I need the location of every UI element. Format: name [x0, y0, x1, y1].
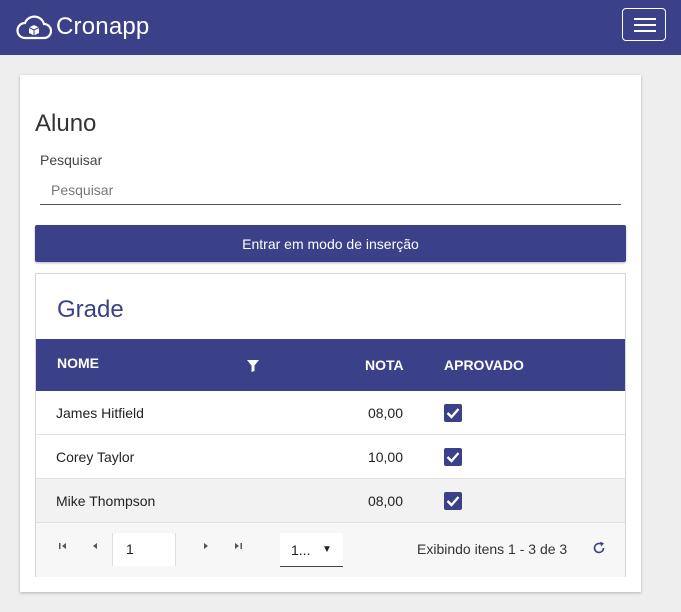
- cell-grade: 10,00: [367, 449, 403, 465]
- search-input[interactable]: [40, 175, 621, 205]
- checkmark-icon: [446, 408, 460, 419]
- refresh-icon[interactable]: [592, 541, 606, 558]
- chevron-down-icon: ▼: [322, 544, 332, 555]
- cell-name: Mike Thompson: [56, 493, 156, 509]
- data-grid: Grade NOME NOTA APROVADO James Hitfield …: [35, 273, 626, 577]
- table-row[interactable]: James Hitfield 08,00: [36, 391, 625, 435]
- approved-checkbox[interactable]: [444, 492, 462, 510]
- column-header-aprovado[interactable]: APROVADO: [444, 357, 524, 373]
- last-page-icon[interactable]: [233, 541, 243, 554]
- page-size-value: 1...: [291, 542, 311, 558]
- menu-toggle-button[interactable]: [622, 8, 666, 41]
- main-card: Aluno Pesquisar Entrar em modo de inserç…: [20, 75, 641, 592]
- checkmark-icon: [446, 452, 460, 463]
- approved-checkbox[interactable]: [444, 448, 462, 466]
- cell-grade: 08,00: [367, 493, 403, 509]
- page-number-input[interactable]: 1: [112, 533, 176, 566]
- top-navbar: Cronapp: [0, 0, 681, 55]
- cell-name: James Hitfield: [56, 405, 144, 421]
- cloud-cube-icon: [16, 12, 52, 42]
- checkmark-icon: [446, 496, 460, 507]
- search-label: Pesquisar: [40, 152, 103, 168]
- current-page: 1: [126, 541, 134, 557]
- grid-pager: 1 1... ▼ Exibindo itens 1 - 3 de 3: [36, 522, 625, 577]
- brand-logo[interactable]: Cronapp: [16, 12, 149, 42]
- table-row[interactable]: Mike Thompson 08,00: [36, 479, 625, 523]
- grid-title: Grade: [57, 296, 124, 323]
- filter-icon[interactable]: [247, 359, 259, 375]
- table-row[interactable]: Corey Taylor 10,00: [36, 435, 625, 479]
- prev-page-icon[interactable]: [90, 541, 100, 554]
- page-size-select[interactable]: 1... ▼: [280, 533, 343, 567]
- page-title: Aluno: [35, 110, 97, 137]
- brand-name: Cronapp: [56, 13, 150, 40]
- insert-mode-button[interactable]: Entrar em modo de inserção: [35, 225, 626, 262]
- column-header-nome[interactable]: NOME: [57, 355, 99, 371]
- cell-name: Corey Taylor: [56, 449, 135, 465]
- approved-checkbox[interactable]: [444, 404, 462, 422]
- first-page-icon[interactable]: [58, 541, 68, 554]
- column-header-nota[interactable]: NOTA: [365, 357, 404, 373]
- cell-grade: 08,00: [367, 405, 403, 421]
- grid-header: NOME NOTA APROVADO: [36, 339, 625, 391]
- next-page-icon[interactable]: [201, 541, 211, 554]
- pager-info: Exibindo itens 1 - 3 de 3: [417, 541, 568, 557]
